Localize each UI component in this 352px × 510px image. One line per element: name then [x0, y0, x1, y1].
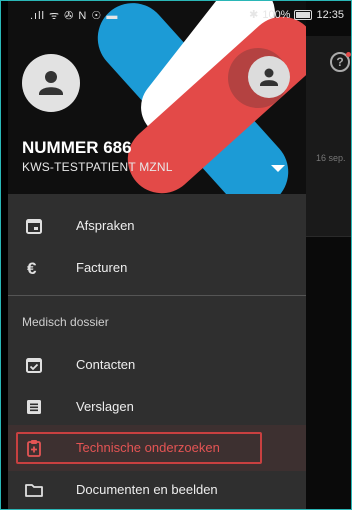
battery-icon — [294, 9, 313, 20]
notification-dot — [346, 52, 351, 57]
calendar-check-icon — [26, 358, 42, 373]
menu-divider — [8, 295, 306, 296]
background-app: ? 16 sep. — [306, 0, 352, 510]
calendar-icon — [26, 219, 42, 234]
menu-item-afspraken[interactable]: Afspraken — [8, 206, 306, 246]
user-name: NUMMER 686 — [22, 138, 132, 157]
secondary-avatar[interactable] — [248, 56, 290, 98]
menu-item-label: Verslagen — [76, 399, 134, 414]
status-right: ✱ 100% 12:35 — [249, 8, 344, 22]
user-subtitle: KWS-TESTPATIENT MZNL — [22, 160, 173, 174]
menu-item-verslagen[interactable]: Verslagen — [8, 387, 306, 427]
menu-item-technische-onderzoeken[interactable]: Technische onderzoeken — [8, 425, 306, 471]
background-date: 16 sep. — [316, 153, 346, 163]
document-icon — [27, 400, 41, 414]
navigation-drawer: NUMMER 686 KWS-TESTPATIENT MZNL Afsprake… — [8, 0, 306, 510]
menu-item-label: Documenten en beelden — [76, 482, 218, 497]
menu-item-contacten[interactable]: Contacten — [8, 345, 306, 385]
clock: 12:35 — [316, 8, 344, 21]
status-bar: .ıll ᯤ ✇ N ☉ ▬ ✱ 100% 12:35 — [0, 0, 352, 30]
menu-item-label: Contacten — [76, 357, 136, 372]
menu-item-label: Afspraken — [76, 218, 135, 233]
menu-item-label: Facturen — [76, 260, 128, 275]
section-title-medisch-dossier: Medisch dossier — [22, 315, 109, 329]
clipboard-plus-icon — [27, 440, 41, 457]
avatar[interactable] — [22, 54, 80, 112]
menu-item-label: Technische onderzoeken — [76, 440, 220, 455]
bluetooth-icon: ✱ — [249, 9, 259, 21]
status-icons: .ıll ᯤ ✇ N ☉ ▬ — [30, 10, 119, 22]
battery-percent: 100% — [262, 8, 291, 21]
background-divider — [306, 236, 352, 237]
euro-icon: € — [27, 259, 37, 278]
person-icon — [260, 68, 278, 86]
menu-item-documenten-en-beelden[interactable]: Documenten en beelden — [8, 470, 306, 510]
person-icon — [39, 71, 63, 95]
svg-text:€: € — [27, 259, 37, 278]
folder-icon — [25, 484, 43, 497]
menu-item-facturen[interactable]: € Facturen — [8, 248, 306, 288]
chevron-down-icon[interactable] — [270, 164, 286, 174]
